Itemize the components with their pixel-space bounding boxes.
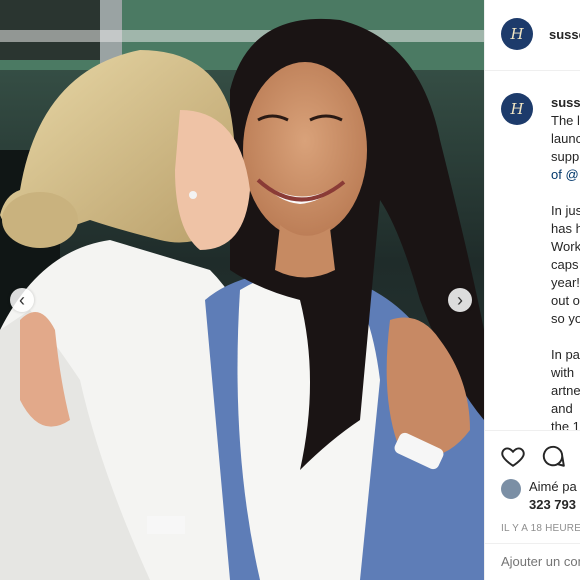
caption-text: The l launc supp of @ In jus has h Work … bbox=[551, 112, 580, 454]
chevron-left-icon: ‹ bbox=[19, 290, 25, 310]
mention-link[interactable]: of @ bbox=[551, 167, 579, 182]
comment-button[interactable] bbox=[540, 443, 566, 469]
like-button[interactable] bbox=[500, 443, 526, 469]
caption-avatar[interactable]: H bbox=[501, 93, 533, 125]
caption-paragraph: The l launc supp of @ bbox=[551, 112, 580, 184]
post-timestamp[interactable]: IL Y A 18 HEURE bbox=[501, 523, 580, 534]
comment-input[interactable] bbox=[501, 554, 580, 569]
caption-paragraph: In jus has h Work caps year! out o so yo bbox=[551, 202, 580, 328]
liker-avatar[interactable] bbox=[501, 479, 521, 499]
caption-line: so yo bbox=[551, 311, 580, 326]
post-actions: Aimé pa 323 793 IL Y A 18 HEURE bbox=[485, 430, 580, 580]
avatar[interactable]: H bbox=[501, 18, 533, 50]
comment-box bbox=[485, 543, 580, 580]
caption-line: In pa bbox=[551, 347, 580, 362]
post-photo[interactable]: ‹ › bbox=[0, 0, 484, 580]
caption-line: caps bbox=[551, 257, 579, 272]
liked-by-text: Aimé pa bbox=[529, 479, 577, 494]
caption-line: out o bbox=[551, 293, 580, 308]
post-header: H susse bbox=[485, 0, 580, 71]
caption-line-with-mention: of @ bbox=[551, 166, 580, 184]
comment-icon bbox=[542, 445, 565, 467]
caption-line: Work bbox=[551, 239, 580, 254]
avatar-monogram: H bbox=[510, 25, 524, 43]
carousel-prev-button[interactable]: ‹ bbox=[10, 288, 34, 312]
post-image bbox=[0, 0, 484, 580]
post-side-panel: H susse H suss The l launc supp of @ In … bbox=[484, 0, 580, 580]
caption-line: has h bbox=[551, 221, 580, 236]
heart-icon bbox=[501, 447, 525, 467]
carousel-next-button[interactable]: › bbox=[448, 288, 472, 312]
caption-line: In jus bbox=[551, 203, 580, 218]
likes-count[interactable]: 323 793 bbox=[529, 497, 576, 512]
caption-line: launc bbox=[551, 131, 580, 146]
chevron-right-icon: › bbox=[457, 290, 463, 310]
caption-line: with bbox=[551, 365, 575, 380]
caption-line: The l bbox=[551, 113, 580, 128]
caption-line: supp bbox=[551, 149, 580, 164]
caption-username[interactable]: suss bbox=[551, 95, 580, 110]
header-username[interactable]: susse bbox=[549, 27, 580, 42]
caption-line: year! bbox=[551, 275, 580, 290]
caption-avatar-monogram: H bbox=[510, 100, 524, 118]
caption-line: artne bbox=[551, 383, 580, 398]
caption-line: and bbox=[551, 401, 573, 416]
caption-paragraph: In pa with artne and the 1 bbox=[551, 346, 580, 436]
